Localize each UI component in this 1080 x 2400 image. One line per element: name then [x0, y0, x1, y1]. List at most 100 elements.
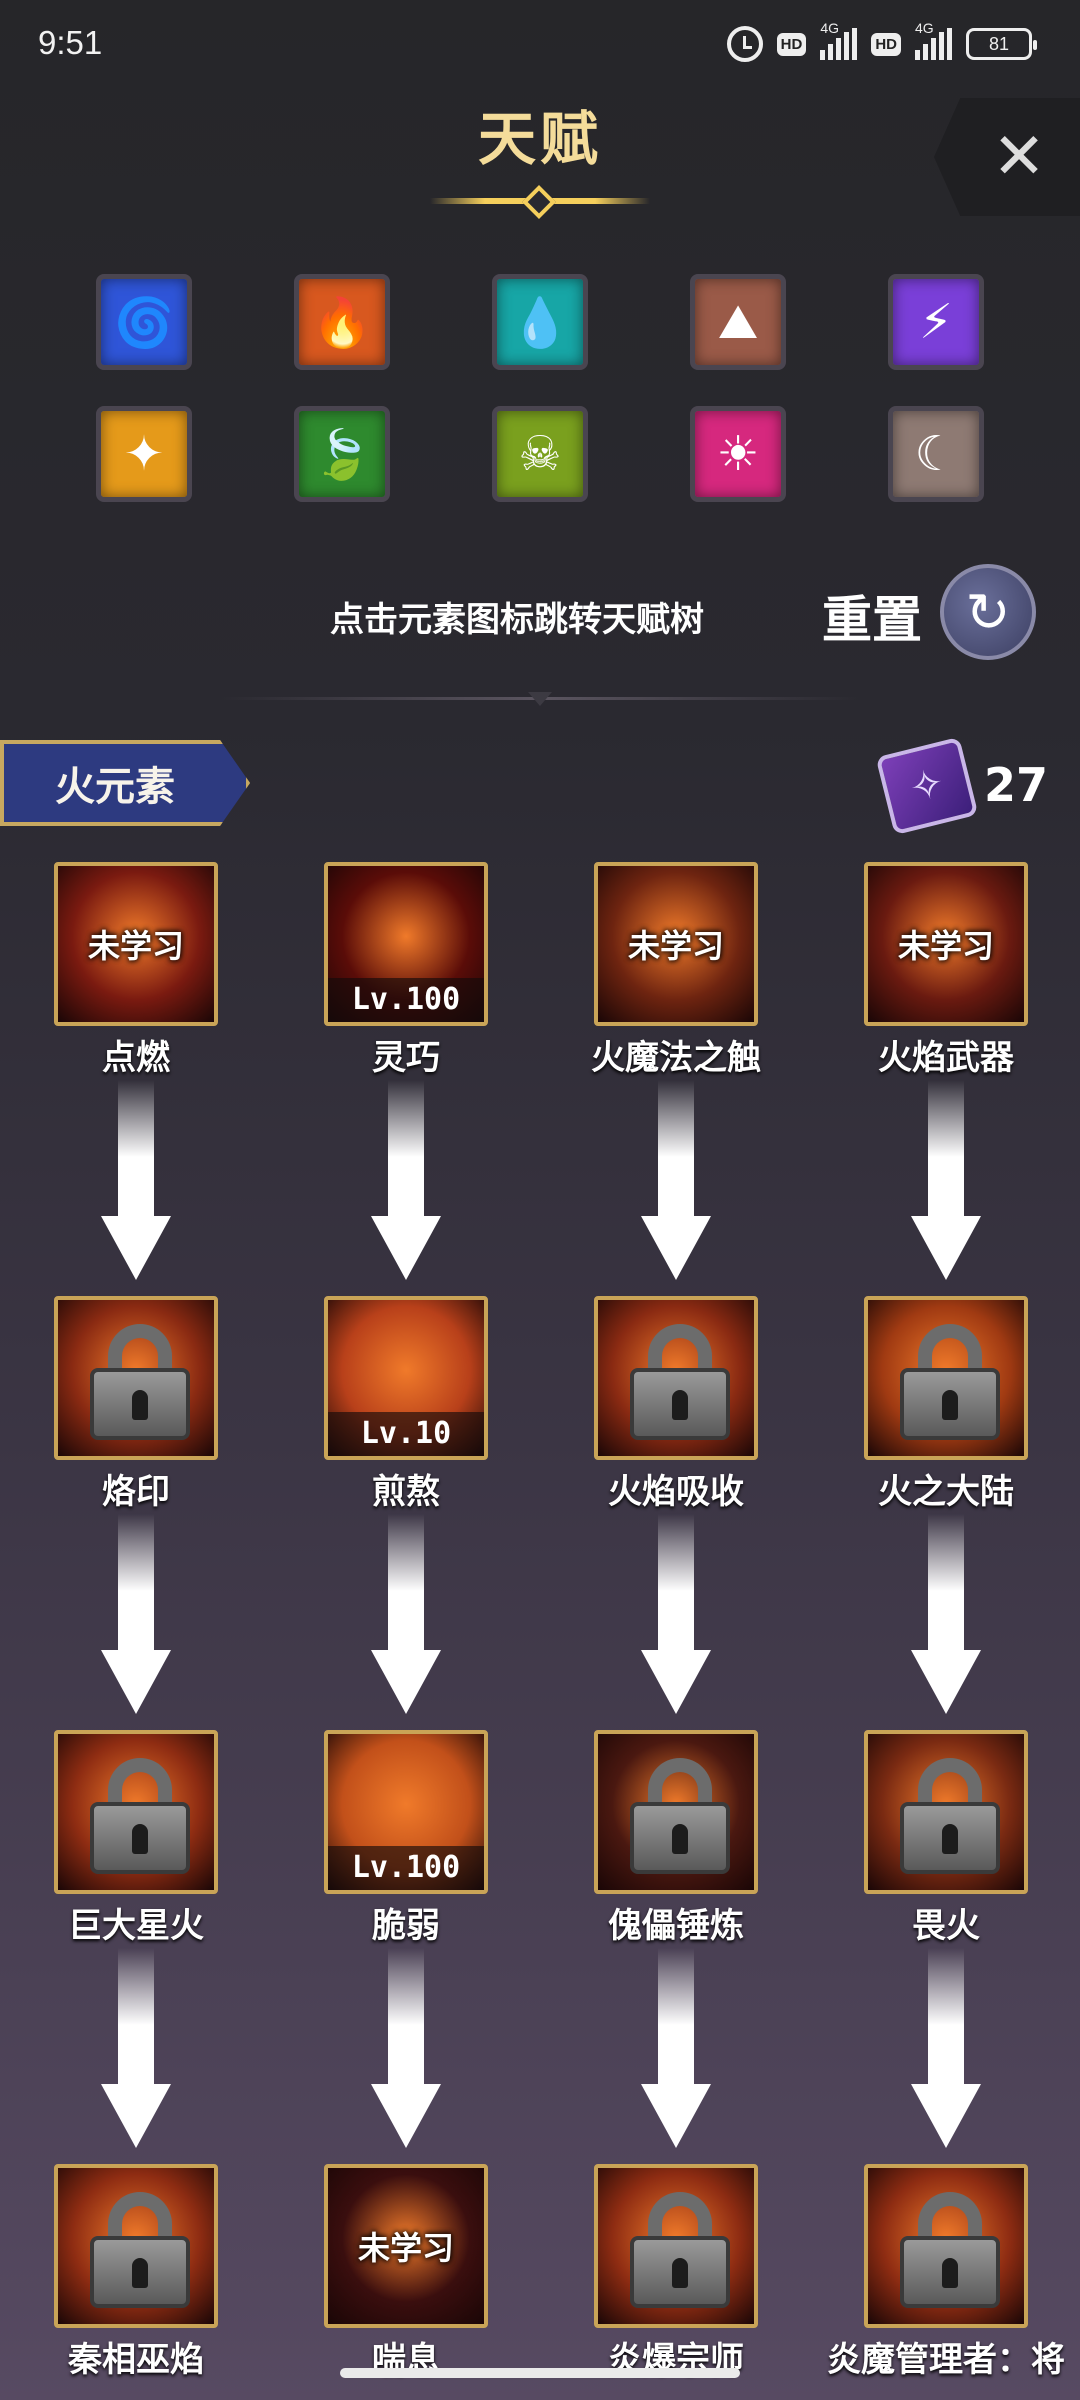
light-icon[interactable]: ✦: [96, 406, 192, 502]
skill-node[interactable]: 火之大陆: [864, 1296, 1028, 1513]
lock-icon: [630, 1758, 730, 1874]
leaf-icon[interactable]: 🍃: [294, 406, 390, 502]
skill-name: 火焰吸收: [608, 1472, 744, 1512]
skull-icon[interactable]: ☠: [492, 406, 588, 502]
skill-name: 火魔法之触: [591, 1038, 761, 1078]
skill-name: 傀儡锤炼: [608, 1906, 744, 1946]
status-bar: 9:51 HD 4G HD 4G 81: [0, 0, 1080, 90]
skill-icon[interactable]: [864, 1296, 1028, 1460]
status-icons: HD 4G HD 4G 81: [726, 20, 1037, 66]
skill-name: 脆弱: [372, 1906, 440, 1946]
progression-arrow-icon: [371, 1080, 441, 1280]
reset-icon: ↻: [965, 580, 1011, 644]
skill-icon[interactable]: [864, 1730, 1028, 1894]
skill-status-label: 未学习: [357, 2229, 454, 2267]
talent-points-count: 27: [984, 758, 1049, 812]
element-banner: 火元素: [0, 740, 250, 826]
element-selector: 🌀 🔥 💧 ⛰ ⚡ ✦ 🍃 ☠ ☀ ☾: [96, 274, 984, 502]
hd-badge: HD: [776, 32, 807, 56]
lock-icon: [630, 2192, 730, 2308]
skill-node[interactable]: 傀儡锤炼: [594, 1730, 758, 1947]
skill-name: 火之大陆: [878, 1472, 1014, 1512]
lightning-icon[interactable]: ⚡: [888, 274, 984, 370]
fire-icon[interactable]: 🔥: [294, 274, 390, 370]
skill-node[interactable]: 未学习 点燃: [54, 862, 218, 1079]
skill-node[interactable]: Lv.100 脆弱: [324, 1730, 488, 1947]
skill-icon[interactable]: Lv.100: [324, 1730, 488, 1894]
skill-level-label: Lv.100: [328, 978, 484, 1022]
lock-icon: [90, 2192, 190, 2308]
skill-status-label: 未学习: [897, 927, 994, 965]
close-button[interactable]: ✕: [934, 98, 1080, 216]
talent-scroll-icon: ✧: [875, 736, 979, 836]
skill-name: 畏火: [912, 1906, 980, 1946]
skill-icon[interactable]: [594, 1730, 758, 1894]
skill-status-label: 未学习: [627, 927, 724, 965]
lock-icon: [90, 1324, 190, 1440]
progression-arrow-icon: [101, 1948, 171, 2148]
element-banner-label: 火元素: [55, 764, 175, 810]
progression-arrow-icon: [371, 1514, 441, 1714]
skill-level-label: Lv.10: [328, 1412, 484, 1456]
skill-node[interactable]: 巨大星火: [54, 1730, 218, 1947]
signal-icon-2: 4G: [915, 20, 952, 60]
skill-node[interactable]: 炎魔管理者：将: [827, 2164, 1065, 2381]
skill-status-label: 未学习: [87, 927, 184, 965]
skill-icon[interactable]: [54, 2164, 218, 2328]
battery-icon: 81: [966, 28, 1037, 60]
skill-icon[interactable]: [594, 1296, 758, 1460]
skill-name: 火焰武器: [878, 1038, 1014, 1078]
skill-icon[interactable]: 未学习: [324, 2164, 488, 2328]
skill-icon[interactable]: 未学习: [864, 862, 1028, 1026]
progression-arrow-icon: [101, 1514, 171, 1714]
hint-text: 点击元素图标跳转天赋树: [330, 600, 704, 640]
skill-node[interactable]: 烙印: [54, 1296, 218, 1513]
skill-node[interactable]: 秦相巫焰: [54, 2164, 218, 2381]
skill-level-label: Lv.100: [328, 1846, 484, 1890]
progression-arrow-icon: [911, 1514, 981, 1714]
progression-arrow-icon: [641, 1948, 711, 2148]
skill-node[interactable]: Lv.100 灵巧: [324, 862, 488, 1079]
skill-icon[interactable]: [54, 1296, 218, 1460]
progression-arrow-icon: [371, 1948, 441, 2148]
progression-arrow-icon: [641, 1080, 711, 1280]
skill-node[interactable]: 炎爆宗师: [594, 2164, 758, 2381]
progression-arrow-icon: [101, 1080, 171, 1280]
sun-icon[interactable]: ☀: [690, 406, 786, 502]
skill-name: 秦相巫焰: [68, 2340, 204, 2380]
lock-icon: [630, 1324, 730, 1440]
skill-node[interactable]: 未学习 火魔法之触: [591, 862, 761, 1079]
progression-arrow-icon: [911, 1948, 981, 2148]
skill-name: 炎魔管理者：将: [827, 2340, 1065, 2380]
skill-name: 烙印: [102, 1472, 170, 1512]
hd-badge-2: HD: [871, 32, 901, 56]
skill-node[interactable]: 未学习 喘息: [324, 2164, 488, 2381]
skill-icon[interactable]: Lv.100: [324, 862, 488, 1026]
skill-node[interactable]: 畏火: [864, 1730, 1028, 1947]
progression-arrow-icon: [641, 1514, 711, 1714]
skill-icon[interactable]: 未学习: [594, 862, 758, 1026]
skill-node[interactable]: Lv.10 煎熬: [324, 1296, 488, 1513]
skill-icon[interactable]: Lv.10: [324, 1296, 488, 1460]
reset-button[interactable]: ↻: [940, 564, 1036, 660]
skill-name: 灵巧: [372, 1038, 440, 1078]
status-time: 9:51: [38, 24, 103, 61]
skill-icon[interactable]: 未学习: [54, 862, 218, 1026]
skill-node[interactable]: 火焰吸收: [594, 1296, 758, 1513]
skill-icon[interactable]: [54, 1730, 218, 1894]
battery-level: 81: [988, 33, 1010, 54]
water-drop-icon[interactable]: 💧: [492, 274, 588, 370]
page-title: 天赋: [477, 105, 602, 173]
skill-icon[interactable]: [594, 2164, 758, 2328]
tornado-icon[interactable]: 🌀: [96, 274, 192, 370]
earth-icon[interactable]: ⛰: [690, 274, 786, 370]
moon-icon[interactable]: ☾: [888, 406, 984, 502]
signal-icon: 4G: [820, 20, 858, 60]
title-ornament-icon: [522, 185, 556, 219]
lock-icon: [900, 2192, 1000, 2308]
skill-node[interactable]: 未学习 火焰武器: [864, 862, 1028, 1079]
home-indicator[interactable]: [340, 2368, 740, 2378]
skill-icon[interactable]: [864, 2164, 1028, 2328]
reset-label[interactable]: 重置: [822, 580, 922, 652]
lock-icon: [900, 1324, 1000, 1440]
